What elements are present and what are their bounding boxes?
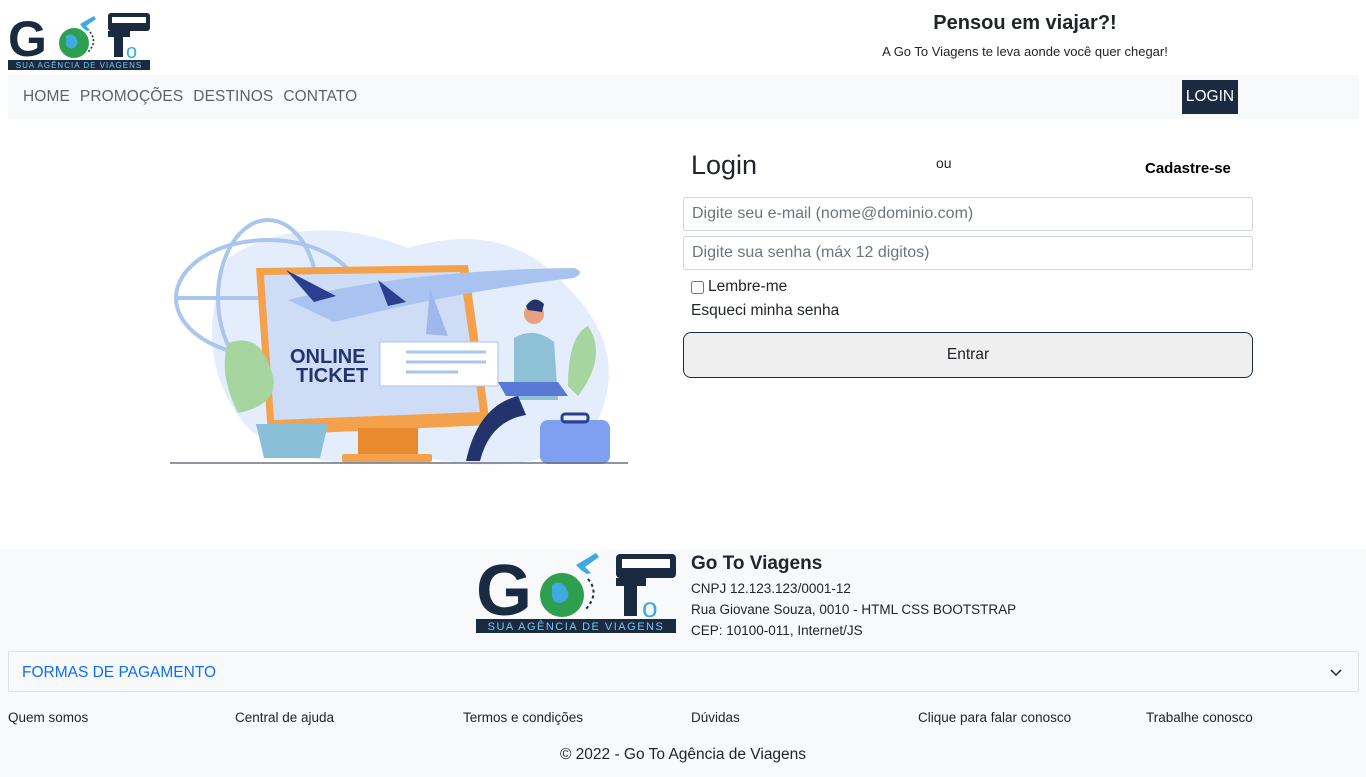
remember-me-checkbox[interactable] [691,280,704,294]
nav-links: HOME PROMOÇÕES DESTINOS CONTATO [23,88,357,106]
copyright: © 2022 - Go To Agência de Viagens [559,746,807,763]
logo-subtitle: SUA AGÊNCIA DE VIAGENS [16,61,142,70]
nav-login-button[interactable]: LOGIN [1182,80,1238,114]
company-address: Rua Giovane Souza, 0010 - HTML CSS BOOTS… [691,602,1017,617]
nav-home[interactable]: HOME [23,88,70,106]
password-input[interactable] [683,236,1253,270]
header: G o SUA AGÊNCIA DE VIAGENS Pensou em via… [0,0,1366,75]
login-title: Login [691,150,758,180]
svg-text:G: G [8,11,47,67]
chevron-down-icon [1330,669,1342,677]
footer-link-quem-somos[interactable]: Quem somos [8,710,88,725]
footer-logo-subtitle: SUA AGÊNCIA DE VIAGENS [488,620,665,633]
remember-me[interactable]: Lembre-me [691,278,787,296]
nav-destinos[interactable]: DESTINOS [193,88,273,106]
tagline: Pensou em viajar?! A Go To Viagens te le… [830,12,1220,59]
submit-button[interactable]: Entrar [683,332,1253,378]
remember-me-label: Lembre-me [708,278,788,295]
company-cnpj: CNPJ 12.123.123/0001-12 [691,581,851,596]
company-name: Go To Viagens [691,553,823,574]
footer-link-duvidas[interactable]: Dúvidas [691,710,740,725]
brand-logo[interactable]: G o SUA AGÊNCIA DE VIAGENS [8,10,152,72]
footer-link-fale-conosco[interactable]: Clique para falar conosco [918,710,1071,725]
company-info: Go To Viagens CNPJ 12.123.123/0001-12 Ru… [691,553,1016,638]
payment-accordion[interactable]: FORMAS DE PAGAMENTO [8,651,1359,692]
tagline-title: Pensou em viajar?! [933,12,1117,34]
navbar: HOME PROMOÇÕES DESTINOS CONTATO LOGIN [8,75,1359,119]
nav-promocoes[interactable]: PROMOÇÕES [80,88,183,106]
footer-link-trabalhe-conosco[interactable]: Trabalhe conosco [1146,710,1253,725]
footer-link-termos[interactable]: Termos e condições [463,710,583,725]
footer-logo[interactable]: G o SUA AGÊNCIA DE VIAGENS [476,549,676,633]
illustration-text-2: TICKET [296,365,368,387]
or-label: ou [936,155,952,171]
tagline-subtitle: A Go To Viagens te leva aonde você quer … [882,44,1168,59]
footer-link-central-ajuda[interactable]: Central de ajuda [235,710,334,725]
signup-link[interactable]: Cadastre-se [1145,160,1231,177]
forgot-password-link[interactable]: Esqueci minha senha [691,302,839,320]
footer: G o SUA AGÊNCIA DE VIAGENS Go To Viagens… [0,549,1366,777]
svg-text:o: o [126,41,137,63]
nav-contato[interactable]: CONTATO [283,88,357,106]
online-ticket-illustration: ONLINE TICKET [170,218,628,465]
email-input[interactable] [683,197,1253,231]
company-cep: CEP: 10100-011, Internet/JS [691,623,863,638]
payment-accordion-label: FORMAS DE PAGAMENTO [22,664,217,681]
svg-text:o: o [642,592,658,623]
